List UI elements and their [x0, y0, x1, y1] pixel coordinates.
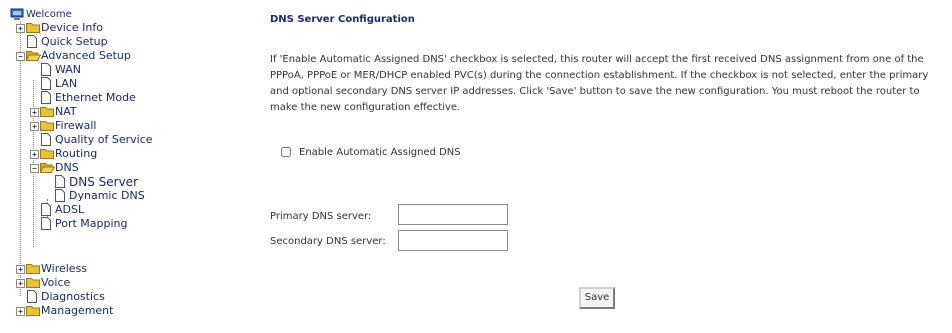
folder-icon: [40, 147, 54, 159]
expand-plus-icon[interactable]: +: [16, 279, 25, 288]
secondary-dns-label: Secondary DNS server:: [270, 236, 386, 247]
tree-item-label: Port Mapping: [55, 217, 128, 230]
tree-item-label: Diagnostics: [41, 290, 105, 303]
collapse-minus-icon[interactable]: −: [30, 164, 39, 173]
open-folder-icon: [40, 161, 55, 173]
tree-item-label: Voice: [41, 276, 71, 289]
tree-item-label: Routing: [55, 147, 98, 160]
page-icon: [54, 189, 66, 202]
page-icon: [26, 35, 38, 48]
page-icon: [40, 77, 52, 90]
tree-item-label: Advanced Setup: [41, 49, 131, 62]
tree-item-label: Device Info: [41, 21, 103, 34]
tree-item-label: Ethernet Mode: [55, 91, 136, 104]
expand-plus-icon[interactable]: +: [16, 307, 25, 316]
page-icon: [26, 290, 38, 303]
expand-plus-icon[interactable]: +: [30, 108, 39, 117]
folder-icon: [26, 304, 40, 316]
tree-item-label: LAN: [55, 77, 78, 90]
page-icon: [54, 175, 66, 188]
description-text: If 'Enable Automatic Assigned DNS' check…: [270, 54, 929, 113]
primary-dns-input[interactable]: [398, 204, 508, 225]
save-button[interactable]: Save: [579, 287, 615, 309]
folder-icon: [26, 276, 40, 288]
folder-icon: [26, 21, 40, 33]
folder-icon: [40, 105, 54, 117]
page-icon: [40, 217, 52, 230]
page-icon: [40, 63, 52, 76]
primary-dns-label: Primary DNS server:: [270, 211, 372, 222]
expand-plus-icon[interactable]: +: [30, 150, 39, 159]
page-title: DNS Server Configuration: [270, 14, 415, 25]
expand-plus-icon[interactable]: +: [16, 265, 25, 274]
auto-dns-checkbox[interactable]: [281, 147, 291, 157]
collapse-minus-icon[interactable]: −: [16, 52, 25, 61]
tree-item-label: Management: [41, 304, 114, 317]
tree-item-label: Wireless: [41, 262, 88, 275]
tree-item-label: DNS: [55, 161, 79, 174]
expand-plus-icon[interactable]: +: [30, 122, 39, 131]
tree-item-label: Welcome: [26, 9, 72, 20]
auto-dns-label: Enable Automatic Assigned DNS: [299, 147, 461, 158]
tree-item-label: WAN: [55, 63, 82, 76]
navigation-tree: Welcome + Device Info Quick Setup − Adva…: [0, 0, 250, 333]
content-panel: DNS Server Configuration If 'Enable Auto…: [270, 0, 940, 333]
secondary-dns-input[interactable]: [398, 230, 508, 251]
tree-item-label: NAT: [55, 105, 77, 118]
folder-icon: [40, 119, 54, 131]
tree-item-label: Firewall: [55, 119, 97, 132]
tree-item-label: ADSL: [55, 203, 85, 216]
computer-icon: [10, 8, 24, 20]
page-icon: [40, 133, 52, 146]
page-icon: [40, 203, 52, 216]
tree-item-label: DNS Server: [69, 175, 138, 189]
tree-connector: [20, 21, 21, 296]
tree-item-label: Quick Setup: [41, 35, 108, 48]
folder-icon: [26, 262, 40, 274]
open-folder-icon: [26, 49, 41, 61]
page-icon: [40, 91, 52, 104]
expand-plus-icon[interactable]: +: [16, 24, 25, 33]
tree-item-label: Quality of Service: [55, 133, 153, 146]
tree-item-label: Dynamic DNS: [69, 189, 145, 202]
